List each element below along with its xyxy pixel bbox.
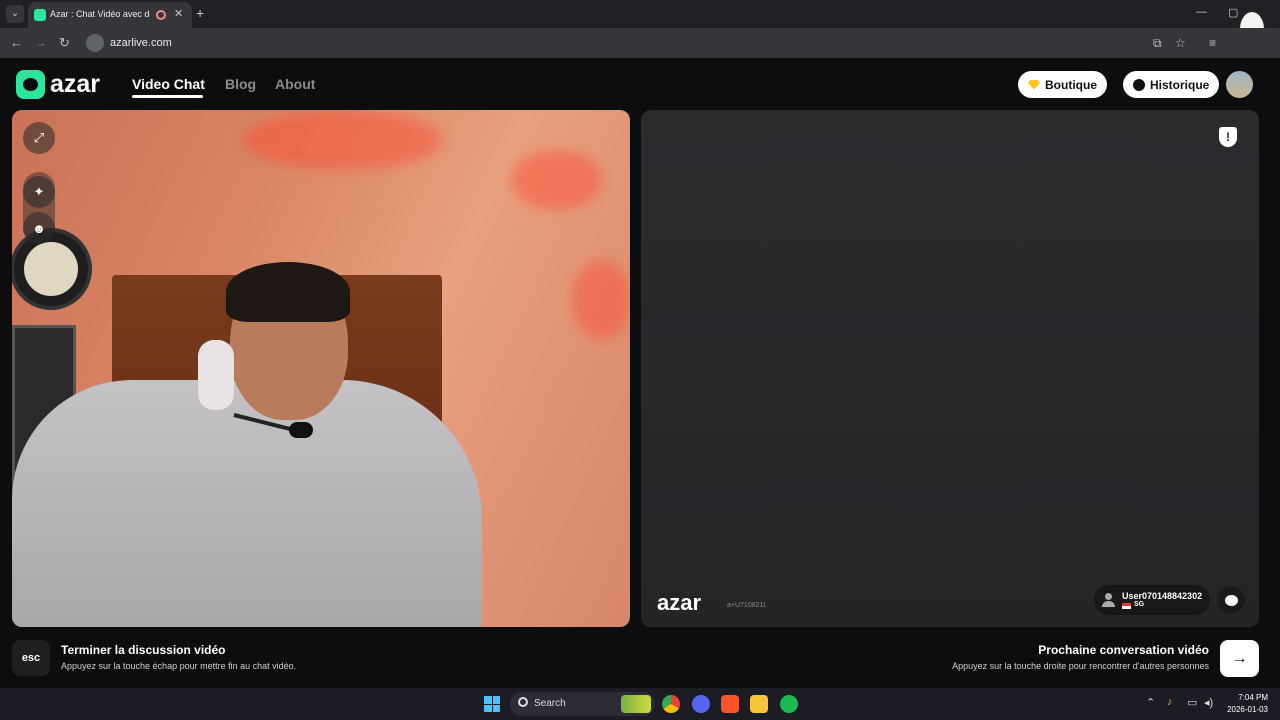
wall-clock <box>12 228 92 310</box>
minimize-button[interactable]: — <box>1196 6 1207 18</box>
sparkle-icon[interactable]: ✦ <box>23 176 55 208</box>
windows-start-icon[interactable] <box>484 696 500 712</box>
taskbar-date[interactable]: 2026-01-03 <box>1220 705 1268 714</box>
address-bar: ← → ↻ azarlive.com ⧉ ☆ ≡ <box>0 28 1280 58</box>
remote-video: ! azar a+U710821t User070148842302 SG <box>641 110 1259 627</box>
volume-icon[interactable]: ◂) <box>1204 696 1213 709</box>
taskbar-time[interactable]: 7:04 PM <box>1228 693 1268 702</box>
historique-button[interactable]: Historique <box>1123 71 1220 98</box>
avatar[interactable] <box>1226 71 1253 98</box>
search-label: Search <box>534 698 566 709</box>
tab-search-icon[interactable]: ⌄ <box>6 5 24 23</box>
search-icon <box>518 697 528 707</box>
chrome-icon[interactable] <box>662 695 680 713</box>
ceiling-glow <box>242 110 442 170</box>
reload-icon[interactable]: ↻ <box>59 35 70 51</box>
back-icon[interactable]: ← <box>10 35 23 50</box>
new-tab-button[interactable]: + <box>196 5 204 21</box>
historique-label: Historique <box>1150 77 1210 92</box>
recording-icon <box>156 10 166 20</box>
controls-bar: esc Terminer la discussion vidéo Appuyez… <box>0 630 1280 688</box>
tab-title: Azar : Chat Vidéo avec de n <box>50 9 150 19</box>
expand-icon[interactable]: ⤢ <box>23 122 55 154</box>
diamond-icon <box>1028 79 1040 90</box>
spotify-icon[interactable] <box>780 695 798 713</box>
file-explorer-icon[interactable] <box>750 695 768 713</box>
history-clock-icon <box>1133 78 1145 91</box>
site-info-icon[interactable] <box>86 34 104 52</box>
active-nav-underline <box>132 95 203 98</box>
browser-tab[interactable]: Azar : Chat Vidéo avec de n ✕ <box>28 2 192 28</box>
peer-country: SG <box>1134 601 1145 608</box>
nav-video-chat[interactable]: Video Chat <box>132 76 205 92</box>
azar-logo-icon[interactable] <box>16 70 45 99</box>
report-shield-icon[interactable]: ! <box>1219 127 1237 147</box>
tab-close-icon[interactable]: ✕ <box>174 7 183 20</box>
bookmark-star-icon[interactable]: ☆ <box>1175 36 1186 50</box>
boutique-label: Boutique <box>1045 77 1097 92</box>
chat-button[interactable] <box>1217 586 1245 614</box>
peer-name: User070148842302 <box>1122 591 1203 601</box>
search-highlight-image <box>621 695 651 713</box>
headset <box>198 340 234 410</box>
end-chat-title: Terminer la discussion vidéo <box>61 643 226 657</box>
flag-icon <box>1122 603 1131 609</box>
maximize-button[interactable]: ▢ <box>1228 6 1238 19</box>
app-header: azar Video Chat Blog About Boutique Hist… <box>0 58 1280 110</box>
forward-icon[interactable]: → <box>34 35 47 50</box>
local-video: ⤢ ✦ ☻ <box>12 110 630 627</box>
boutique-button[interactable]: Boutique <box>1018 71 1107 98</box>
browser-tab-bar: ⌄ Azar : Chat Vidéo avec de n ✕ + — ▢ <box>0 0 1280 48</box>
discord-icon[interactable] <box>692 695 710 713</box>
microphone <box>289 422 313 438</box>
next-chat-button[interactable]: → <box>1220 640 1259 677</box>
url-field[interactable]: azarlive.com <box>110 37 172 49</box>
next-chat-title: Prochaine conversation vidéo <box>1038 643 1209 657</box>
microphone-icon[interactable]: ♪ <box>1167 696 1173 708</box>
wall-glow <box>512 150 602 210</box>
nav-blog[interactable]: Blog <box>225 76 256 92</box>
watermark-id: a+U710821t <box>727 602 766 609</box>
brave-icon[interactable] <box>721 695 739 713</box>
end-chat-hint: Appuyez sur la touche échap pour mettre … <box>61 661 297 671</box>
person-hair <box>226 262 350 322</box>
install-app-icon[interactable]: ⧉ <box>1153 36 1162 51</box>
azar-watermark: azar <box>657 590 702 615</box>
user-icon <box>1102 593 1115 607</box>
wall-glow <box>572 260 630 340</box>
face-icon[interactable]: ☻ <box>23 212 55 244</box>
nav-about[interactable]: About <box>275 76 315 92</box>
azar-favicon-icon <box>34 9 46 21</box>
azar-logo-text[interactable]: azar <box>50 70 100 99</box>
peer-profile-card[interactable]: User070148842302 SG <box>1094 585 1210 615</box>
media-controls-icon[interactable]: ≡ <box>1209 36 1216 50</box>
chat-bubble-icon <box>1224 594 1238 606</box>
os-taskbar: Search ⌃ ♪ ▭ ◂) 7:04 PM 2026-01-03 <box>0 688 1280 720</box>
end-chat-button[interactable]: esc <box>12 640 50 676</box>
taskbar-search[interactable]: Search <box>510 692 655 716</box>
next-chat-hint: Appuyez sur la touche droite pour rencon… <box>952 661 1209 671</box>
network-icon[interactable]: ▭ <box>1187 696 1197 709</box>
tray-chevron-icon[interactable]: ⌃ <box>1146 696 1155 709</box>
